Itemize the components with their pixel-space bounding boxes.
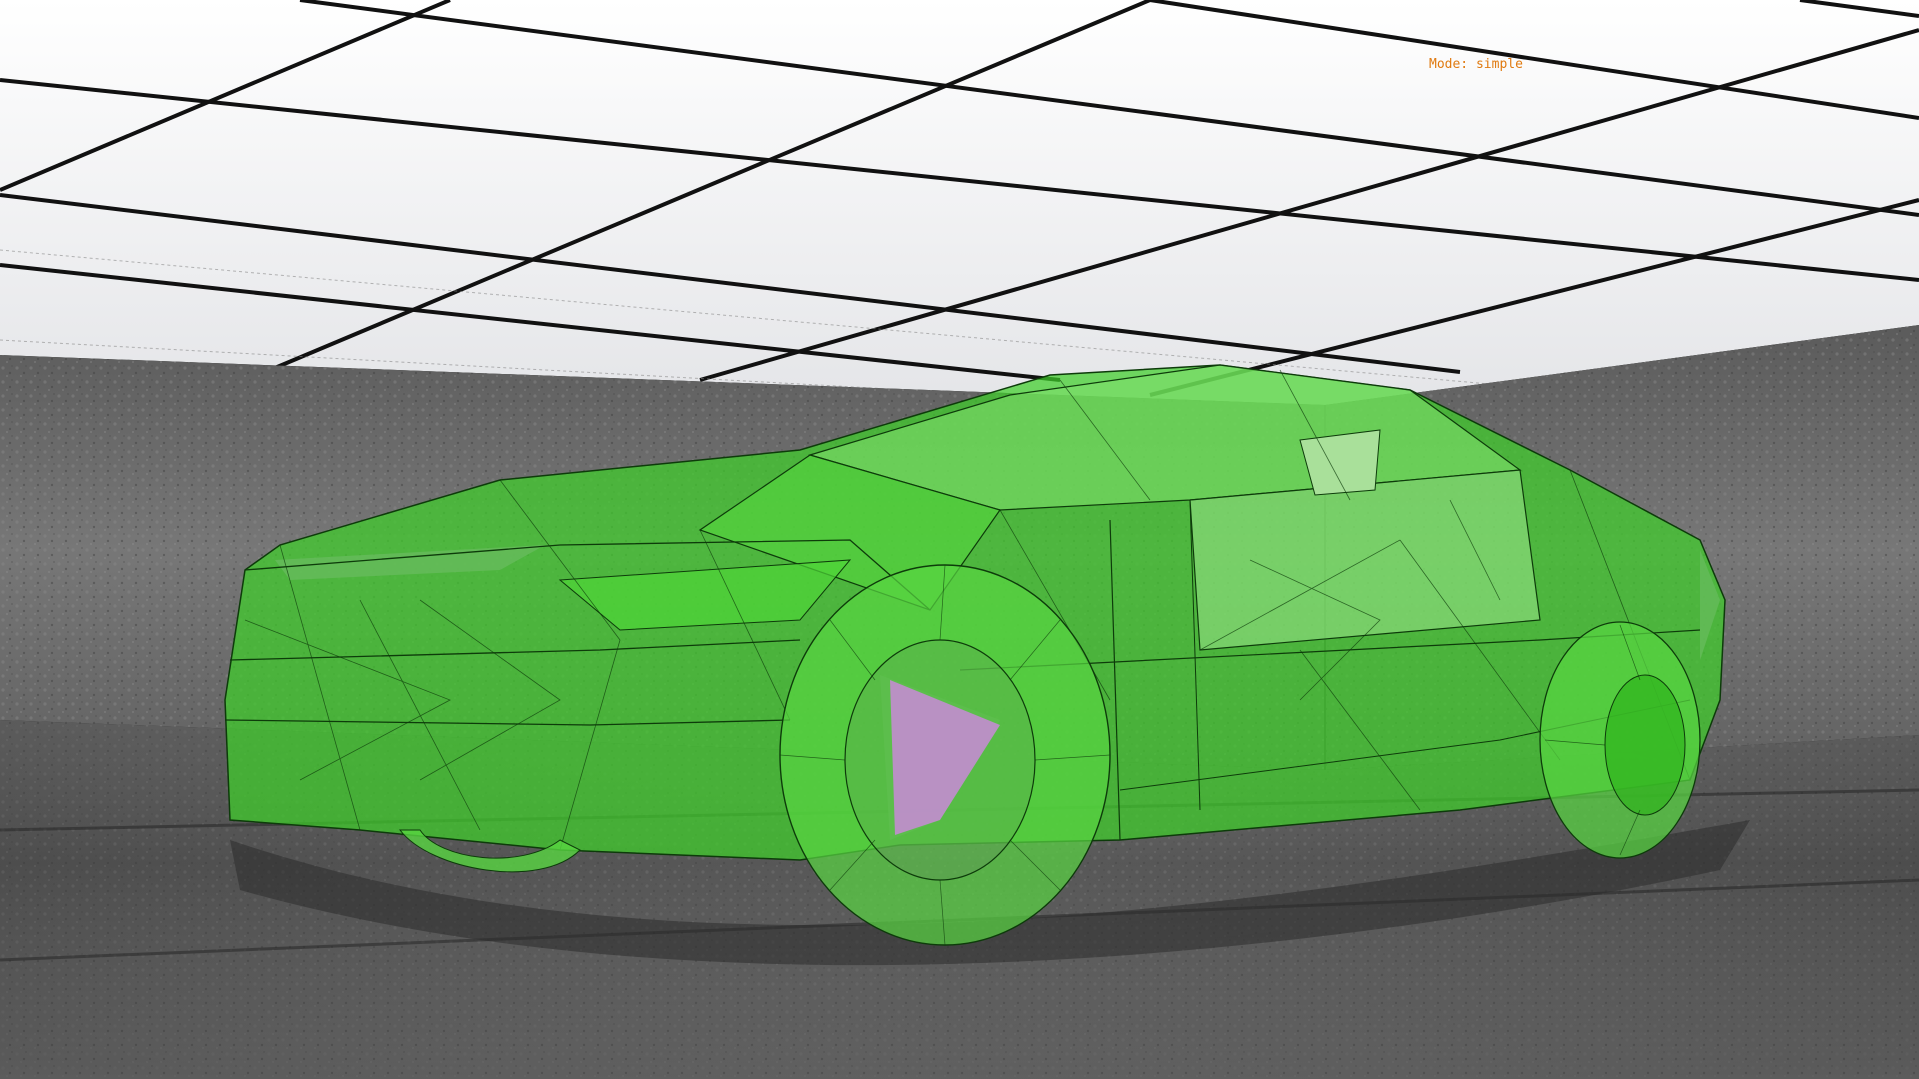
ceiling	[0, 0, 1919, 405]
rear-wheel	[1539, 621, 1701, 859]
3d-viewport[interactable]: Mode: simple	[0, 0, 1919, 1079]
scene-render[interactable]	[0, 0, 1919, 1079]
mode-label: Mode: simple	[1429, 57, 1523, 72]
front-wheel	[779, 564, 1111, 946]
